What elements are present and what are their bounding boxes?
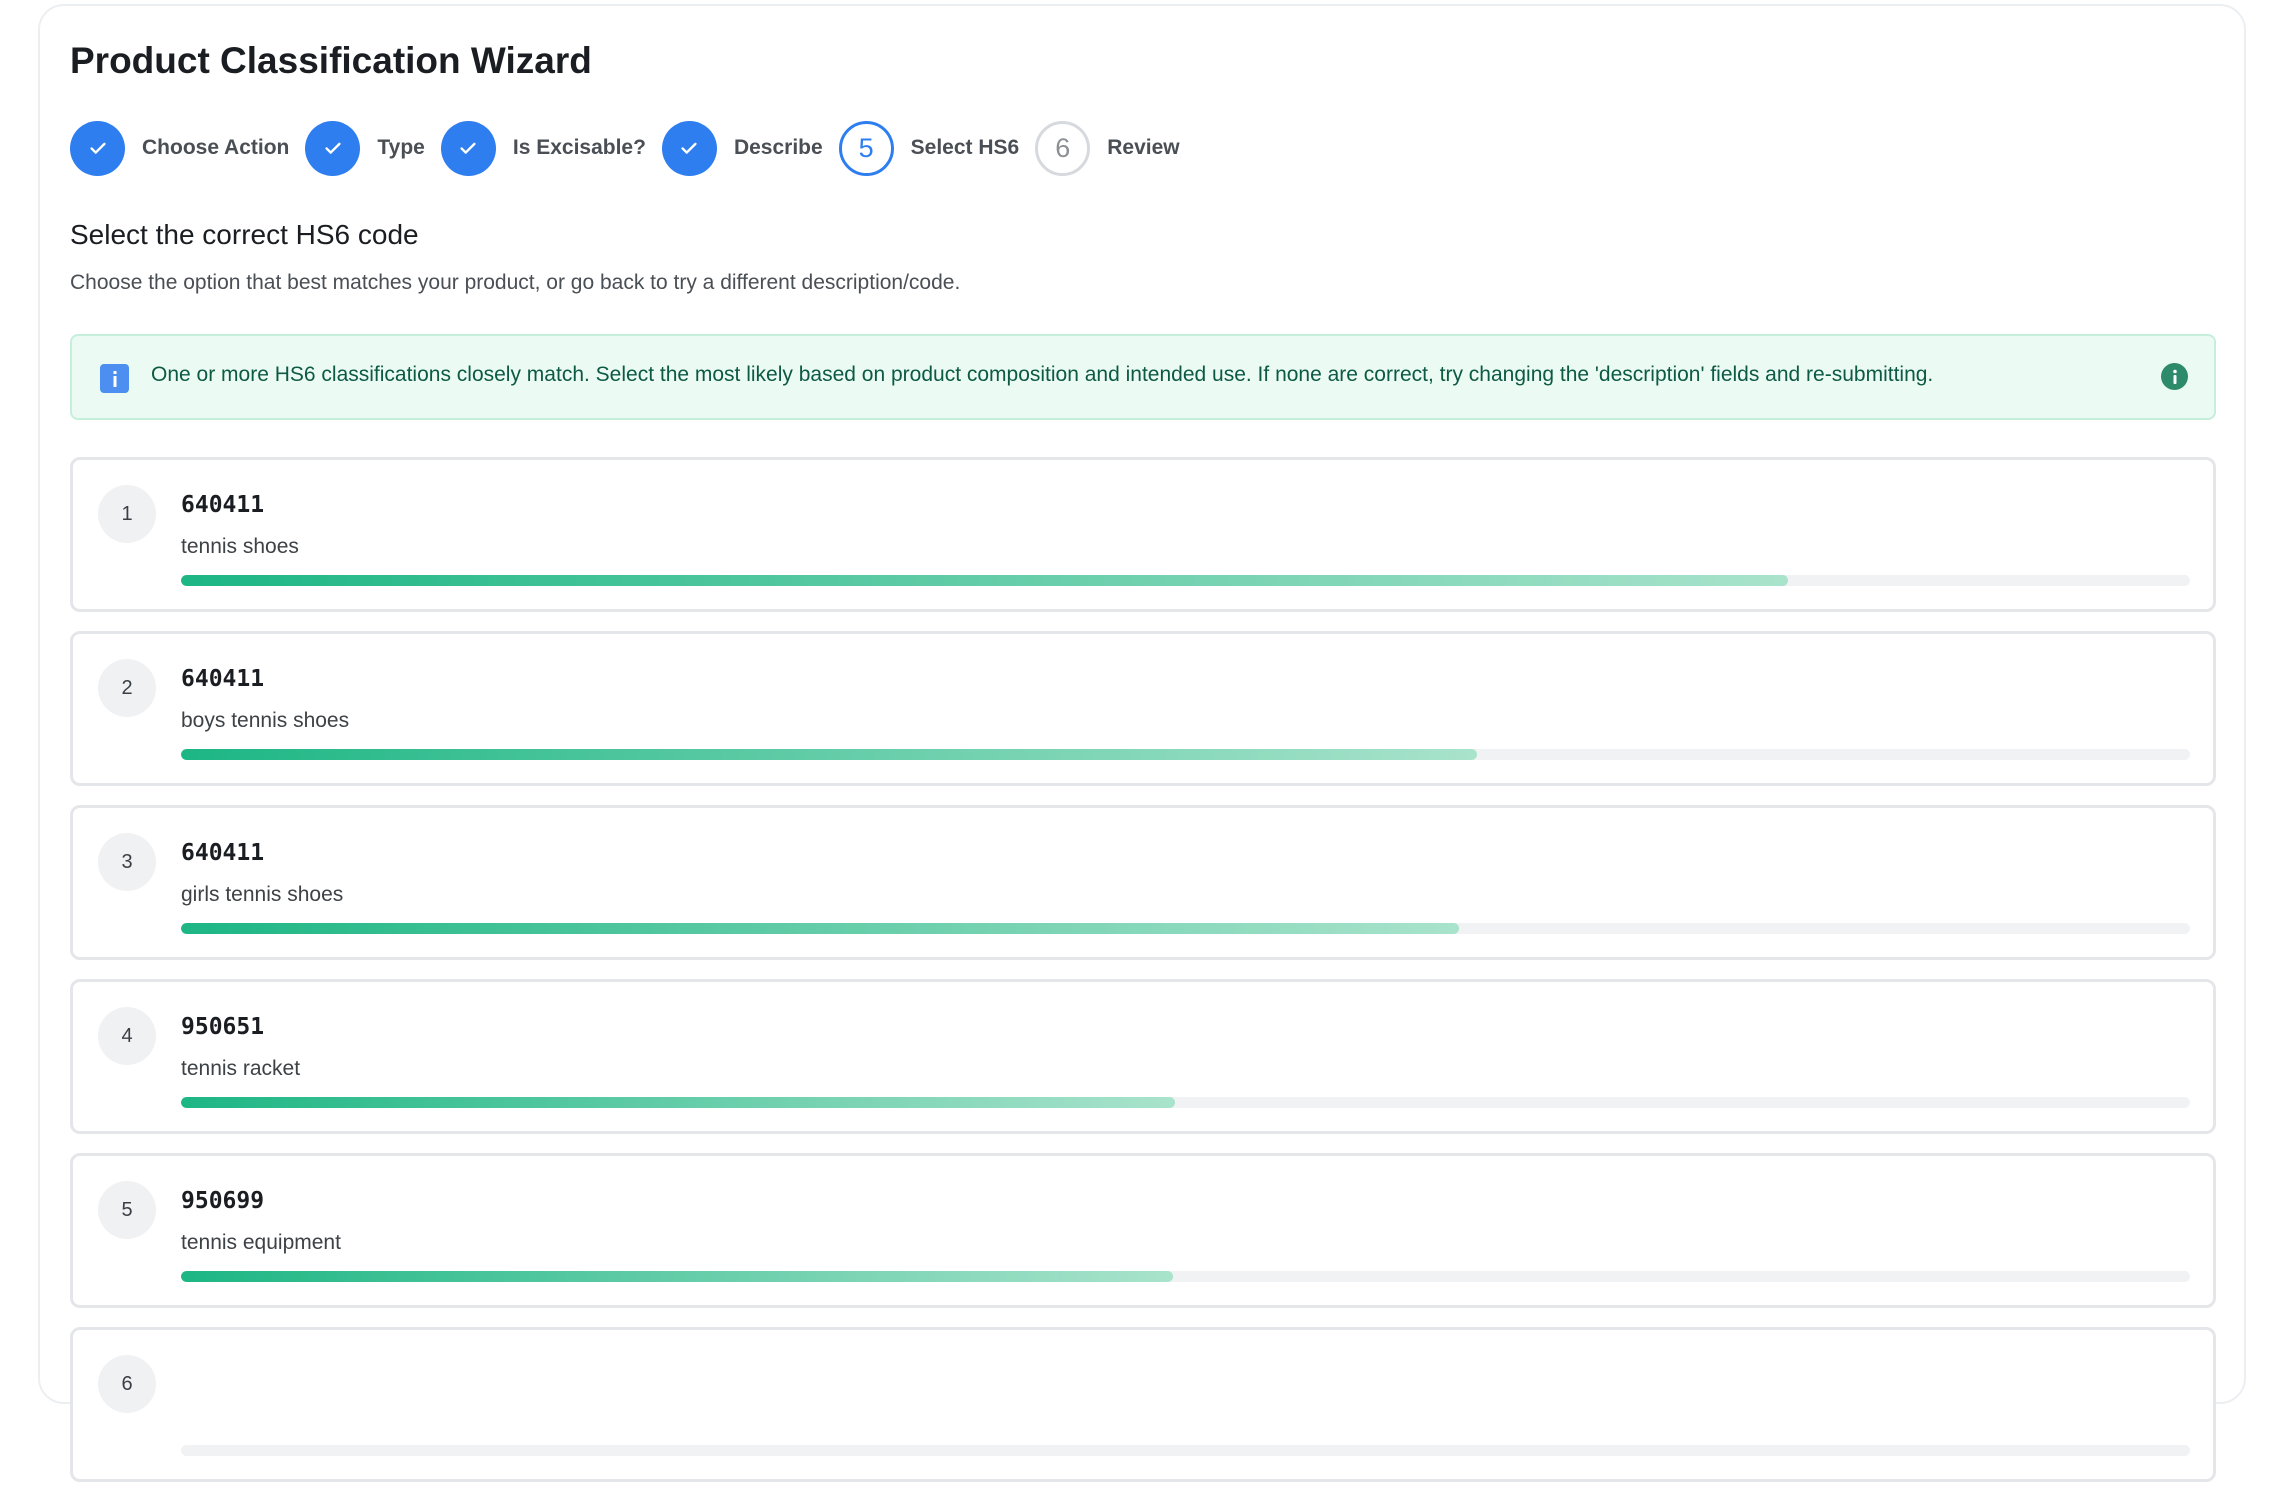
hs6-option[interactable]: 1 640411 tennis shoes bbox=[70, 457, 2216, 612]
check-icon bbox=[440, 120, 496, 176]
hs6-option[interactable]: 2 640411 boys tennis shoes bbox=[70, 631, 2216, 786]
option-code: 950699 bbox=[181, 1188, 265, 1214]
alert-text: One or more HS6 classifications closely … bbox=[151, 363, 1934, 386]
option-code: 640411 bbox=[181, 840, 265, 866]
option-description: boys tennis shoes bbox=[181, 709, 350, 732]
wizard-stepper: Choose Action Type Is Excisable? Describ… bbox=[70, 120, 1196, 176]
confidence-bar-fill bbox=[181, 923, 1459, 934]
option-rank: 3 bbox=[98, 833, 156, 891]
option-description: tennis racket bbox=[181, 1057, 301, 1080]
step-label: Review bbox=[1107, 136, 1180, 159]
page-title: Product Classification Wizard bbox=[70, 40, 592, 81]
confidence-bar-fill bbox=[181, 1271, 1174, 1282]
step-type[interactable]: Type bbox=[305, 120, 440, 176]
option-rank: 2 bbox=[98, 659, 156, 717]
option-code: 640411 bbox=[181, 666, 265, 692]
option-code: 950651 bbox=[181, 1014, 265, 1040]
step-choose-action[interactable]: Choose Action bbox=[70, 120, 305, 176]
option-description: tennis equipment bbox=[181, 1231, 341, 1254]
step-label: Describe bbox=[733, 136, 823, 159]
hs6-option-list: 1 640411 tennis shoes 2 640411 boys tenn… bbox=[70, 457, 2216, 1501]
check-icon bbox=[305, 120, 361, 176]
step-number: 5 bbox=[838, 120, 894, 176]
step-select-hs6[interactable]: 5 Select HS6 bbox=[838, 120, 1036, 176]
option-code: 640411 bbox=[181, 492, 265, 518]
section-title: Select the correct HS6 code bbox=[70, 219, 419, 250]
hs6-option[interactable]: 4 950651 tennis racket bbox=[70, 979, 2216, 1134]
option-description: girls tennis shoes bbox=[181, 883, 344, 906]
step-describe[interactable]: Describe bbox=[661, 120, 839, 176]
option-description: tennis shoes bbox=[181, 535, 299, 558]
confidence-bar bbox=[181, 749, 2190, 760]
confidence-bar-fill bbox=[181, 1097, 1176, 1108]
option-rank: 5 bbox=[98, 1181, 156, 1239]
info-alert: One or more HS6 classifications closely … bbox=[70, 334, 2216, 420]
check-icon bbox=[70, 120, 125, 176]
step-label: Choose Action bbox=[142, 136, 290, 159]
wizard-card: Product Classification Wizard Choose Act… bbox=[38, 4, 2246, 1482]
option-rank: 6 bbox=[98, 1355, 156, 1413]
confidence-bar-fill bbox=[181, 749, 1477, 760]
hs6-option[interactable]: 3 640411 girls tennis shoes bbox=[70, 805, 2216, 960]
hs6-option[interactable]: 6 bbox=[70, 1327, 2216, 1482]
confidence-bar bbox=[181, 1445, 2190, 1456]
confidence-bar bbox=[181, 575, 2190, 586]
step-number: 6 bbox=[1035, 120, 1091, 176]
option-rank: 4 bbox=[98, 1007, 156, 1065]
step-review[interactable]: 6 Review bbox=[1035, 120, 1195, 176]
confidence-bar bbox=[181, 1271, 2190, 1282]
info-icon bbox=[100, 364, 129, 393]
confidence-bar bbox=[181, 1097, 2190, 1108]
step-label: Is Excisable? bbox=[512, 136, 646, 159]
step-is-excisable[interactable]: Is Excisable? bbox=[440, 120, 662, 176]
check-icon bbox=[661, 120, 717, 176]
step-label: Type bbox=[377, 136, 425, 159]
help-icon[interactable] bbox=[2161, 363, 2188, 390]
hs6-option[interactable]: 5 950699 tennis equipment bbox=[70, 1153, 2216, 1308]
option-rank: 1 bbox=[98, 485, 156, 543]
section-description: Choose the option that best matches your… bbox=[70, 271, 961, 294]
confidence-bar bbox=[181, 923, 2190, 934]
confidence-bar-fill bbox=[181, 575, 1789, 586]
step-label: Select HS6 bbox=[910, 136, 1020, 159]
